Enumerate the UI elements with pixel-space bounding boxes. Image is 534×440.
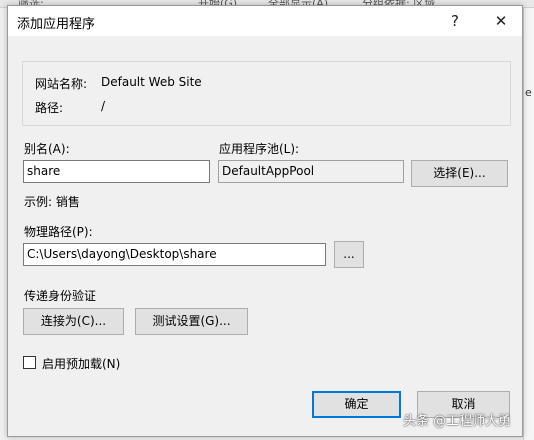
preload-checkbox[interactable] <box>23 356 36 369</box>
background-window-edge: e <box>523 8 534 440</box>
preload-label[interactable]: 启用预加载(N) <box>42 355 120 372</box>
pass-through-label: 传递身份验证 <box>24 289 97 303</box>
help-icon[interactable]: ? <box>440 9 470 33</box>
site-name-label: 网站名称: <box>35 77 88 91</box>
connect-as-button[interactable]: 连接为(C)... <box>23 308 124 335</box>
dialog-title: 添加应用程序 <box>17 17 96 32</box>
add-application-dialog: 添加应用程序 ? ✕ 网站名称: Default Web Site 路径: / … <box>7 5 523 437</box>
bg-edge-text: e <box>525 86 532 99</box>
physical-path-label: 物理路径(P): <box>24 225 93 239</box>
site-info-box: 网站名称: Default Web Site 路径: / <box>22 61 511 126</box>
physical-path-input[interactable]: C:\Users\dayong\Desktop\share <box>23 243 326 266</box>
path-value: / <box>101 99 106 113</box>
browse-path-button[interactable]: ... <box>334 241 364 268</box>
test-settings-button[interactable]: 测试设置(G)... <box>135 308 248 335</box>
site-name-value: Default Web Site <box>101 75 202 89</box>
select-app-pool-button[interactable]: 选择(E)... <box>411 160 508 187</box>
ok-button[interactable]: 确定 <box>312 391 401 418</box>
close-icon[interactable]: ✕ <box>486 9 516 33</box>
alias-label: 别名(A): <box>24 142 70 156</box>
app-pool-field: DefaultAppPool <box>218 160 404 183</box>
alias-example: 示例: 销售 <box>24 195 80 209</box>
dialog-titlebar[interactable]: 添加应用程序 ? ✕ <box>8 6 522 36</box>
app-pool-label: 应用程序池(L): <box>219 142 300 156</box>
path-label: 路径: <box>35 101 64 115</box>
alias-input[interactable]: share <box>23 160 210 183</box>
watermark-text: 头条 @工程师大勇 <box>403 414 512 429</box>
